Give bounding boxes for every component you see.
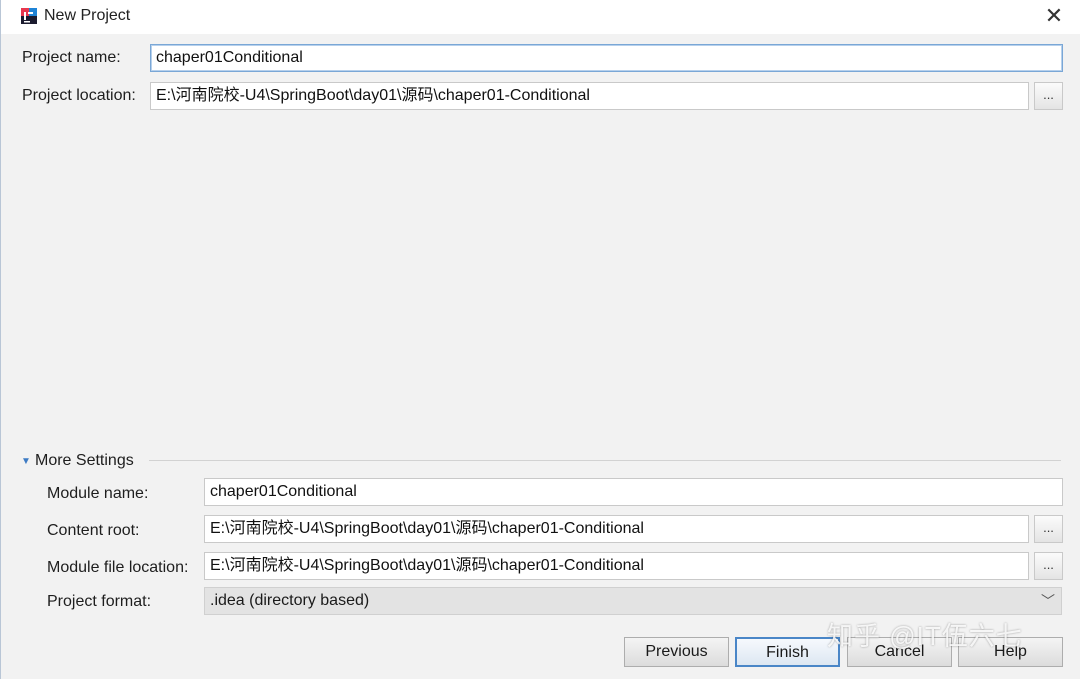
project-name-input[interactable]: chaper01Conditional [150,44,1063,72]
content-root-label: Content root: [47,522,140,539]
content-root-input[interactable]: E:\河南院校-U4\SpringBoot\day01\源码\chaper01-… [204,515,1029,543]
project-location-browse-button[interactable]: ... [1034,82,1063,110]
intellij-idea-icon [21,8,37,24]
new-project-dialog: New Project ✕ Project name: chaper01Cond… [0,0,1080,679]
previous-button[interactable]: Previous [624,637,729,667]
watermark: 知乎 @IT伍六七 [827,621,1023,651]
module-name-input[interactable]: chaper01Conditional [204,478,1063,506]
close-icon[interactable]: ✕ [1040,3,1068,29]
expand-triangle-icon[interactable]: ▼ [21,456,31,467]
title-bar[interactable]: New Project ✕ [1,0,1080,34]
module-name-label: Module name: [47,485,149,502]
module-file-location-browse-button[interactable]: ... [1034,552,1063,580]
more-settings-header[interactable]: More Settings [35,451,134,471]
project-location-label: Project location: [22,87,136,104]
section-divider [149,460,1061,461]
module-file-location-label: Module file location: [47,559,189,576]
content-root-browse-button[interactable]: ... [1034,515,1063,543]
project-name-label: Project name: [22,49,121,66]
window-title: New Project [44,7,131,24]
finish-button[interactable]: Finish [735,637,840,667]
chevron-down-icon: ﹀ [1041,593,1055,609]
project-format-select[interactable]: .idea (directory based) ﹀ [204,587,1062,615]
project-format-label: Project format: [47,593,152,610]
module-file-location-input[interactable]: E:\河南院校-U4\SpringBoot\day01\源码\chaper01-… [204,552,1029,580]
project-format-value: .idea (directory based) [210,592,370,609]
project-location-input[interactable]: E:\河南院校-U4\SpringBoot\day01\源码\chaper01-… [150,82,1029,110]
